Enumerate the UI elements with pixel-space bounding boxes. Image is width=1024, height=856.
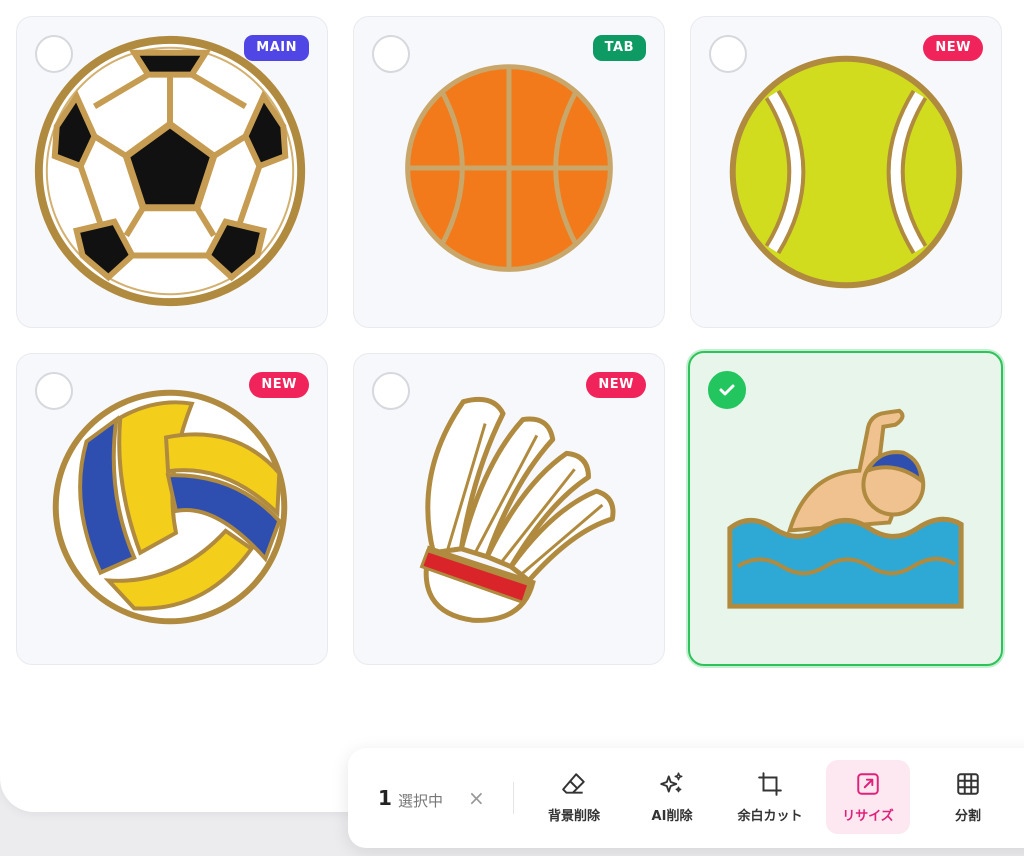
crop-icon: [758, 771, 782, 796]
clear-selection-button[interactable]: ×: [468, 786, 485, 810]
toolbar-divider: [513, 782, 514, 814]
ai-remove-button[interactable]: AI削除: [630, 760, 714, 834]
image-card-volleyball[interactable]: NEW: [16, 353, 328, 665]
image-grid-panel: MAIN TAB NEW NEW NEW: [0, 0, 1024, 812]
check-icon: [719, 384, 735, 396]
badge-new: NEW: [249, 372, 309, 398]
image-card-swimmer[interactable]: [688, 351, 1003, 666]
select-checkbox[interactable]: [709, 35, 747, 73]
image-card-tennis[interactable]: NEW: [690, 16, 1002, 328]
tool-label: 背景削除: [547, 808, 600, 824]
sparkles-icon: [660, 771, 683, 793]
badge-main: MAIN: [244, 35, 309, 61]
tool-label: リサイズ: [842, 808, 894, 824]
image-card-shuttlecock[interactable]: NEW: [353, 353, 665, 665]
split-button[interactable]: 分割: [926, 760, 1010, 834]
resize-icon: [857, 772, 879, 795]
image-card-soccer[interactable]: MAIN: [16, 16, 328, 328]
eraser-icon: [562, 772, 585, 794]
grid-icon: [957, 772, 979, 795]
tool-label: 分割: [954, 808, 981, 824]
remove-background-button[interactable]: 背景削除: [532, 760, 616, 834]
badge-tab: TAB: [592, 35, 646, 61]
select-checkbox-checked[interactable]: [708, 371, 746, 409]
selection-count-label: 選択中: [398, 792, 444, 810]
badge-new: NEW: [586, 372, 646, 398]
resize-button[interactable]: リサイズ: [826, 760, 910, 834]
select-checkbox[interactable]: [35, 372, 73, 410]
selection-toolbar: 1 選択中 × 背景削除 AI削除 余白カット リサイズ 分割: [348, 748, 1024, 848]
selection-count: 1: [378, 786, 392, 810]
select-checkbox[interactable]: [372, 372, 410, 410]
tool-label: AI削除: [651, 808, 693, 824]
select-checkbox[interactable]: [372, 35, 410, 73]
image-card-basketball[interactable]: TAB: [353, 16, 665, 328]
tool-label: 余白カット: [737, 808, 803, 824]
trim-margin-button[interactable]: 余白カット: [728, 760, 812, 834]
select-checkbox[interactable]: [35, 35, 73, 73]
badge-new: NEW: [923, 35, 983, 61]
